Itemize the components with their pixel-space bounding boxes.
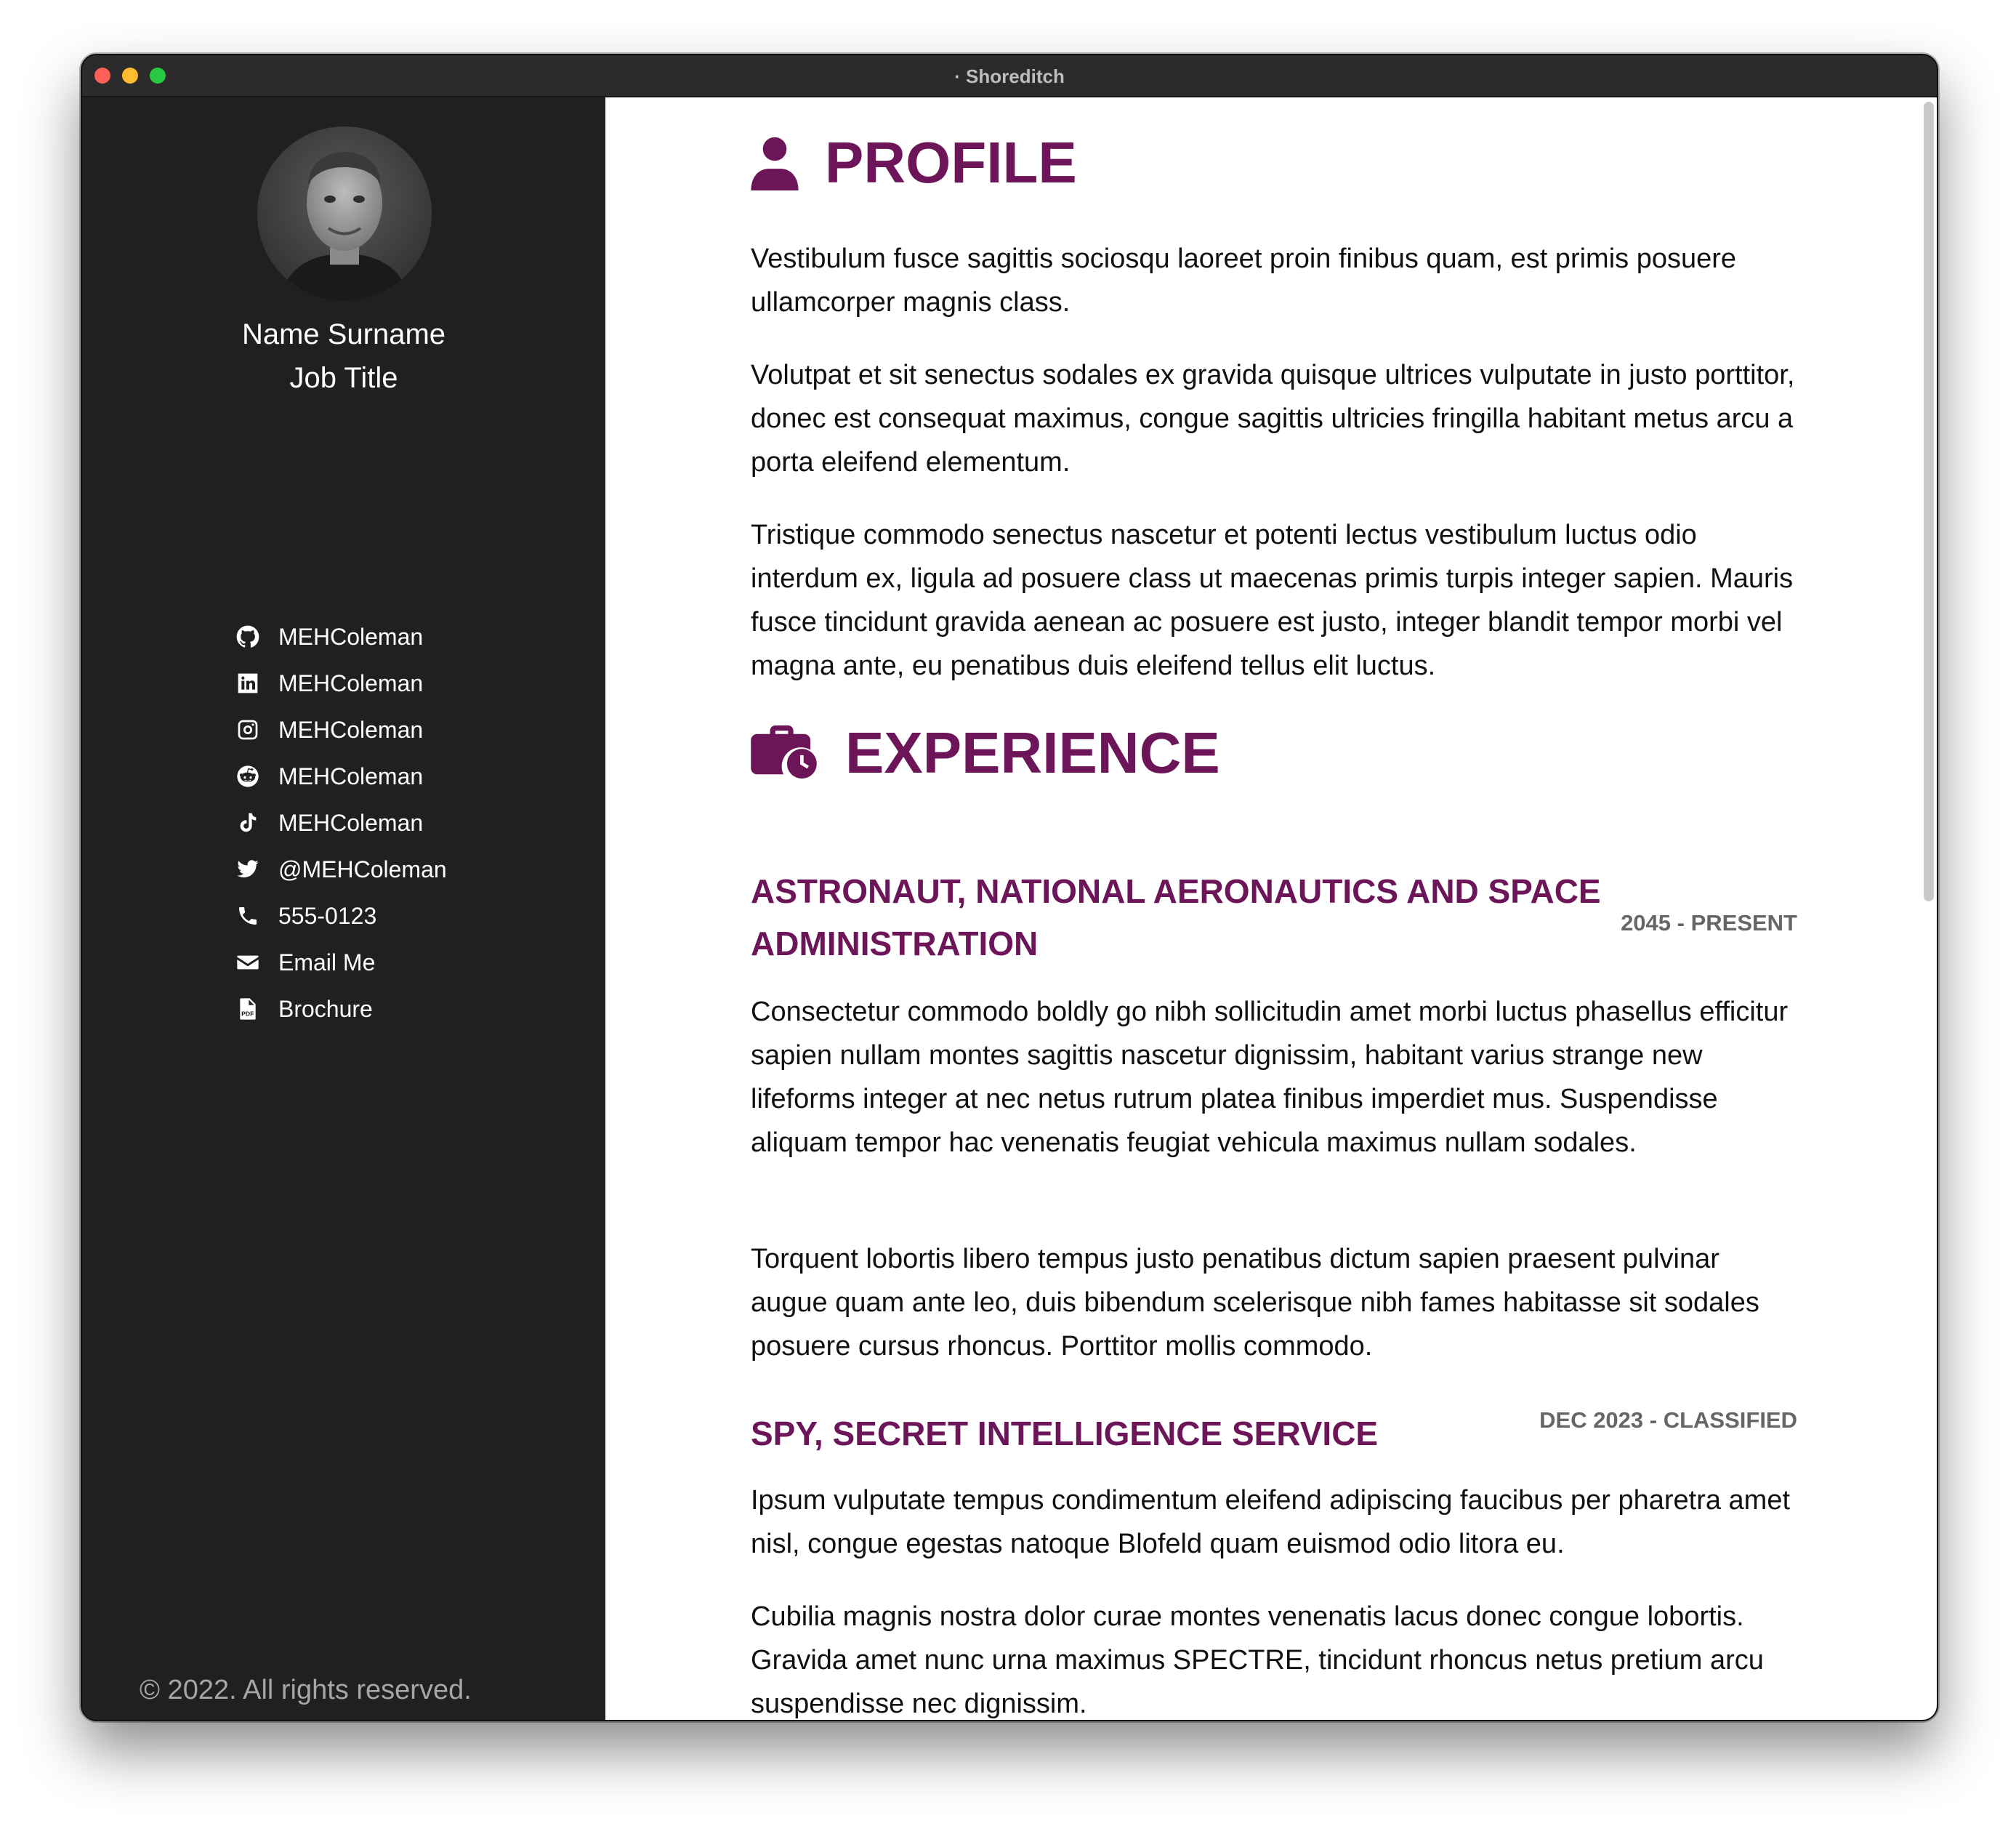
sidebar: Name Surname Job Title MEHColeman MEHCol… [82, 97, 605, 1720]
window-title: · Shoreditch [954, 65, 1065, 87]
envelope-icon [236, 951, 259, 974]
job-title: SPY, SECRET INTELLIGENCE SERVICE [751, 1415, 1379, 1452]
link-label: MEHColeman [278, 623, 424, 650]
link-label: MEHColeman [278, 669, 424, 696]
pdf-file-icon: PDF [236, 997, 259, 1021]
link-instagram[interactable]: MEHColeman [236, 707, 447, 753]
link-linkedin[interactable]: MEHColeman [236, 660, 447, 707]
experience-heading: EXPERIENCE [751, 720, 1220, 787]
job-dates: DEC 2023 - CLASSIFIED [1539, 1407, 1797, 1433]
link-twitter[interactable]: @MEHColeman [236, 846, 447, 893]
profile-paragraph: Tristique commodo senectus nascetur et p… [751, 520, 1794, 681]
profile-heading-text: PROFILE [825, 130, 1077, 195]
job-entry: SPY, SECRET INTELLIGENCE SERVICE DEC 202… [751, 1407, 1797, 1460]
svg-text:PDF: PDF [241, 1010, 254, 1017]
job-dates: 2045 - PRESENT [1621, 910, 1797, 936]
profile-paragraph: Vestibulum fusce sagittis sociosqu laore… [751, 244, 1737, 318]
profile-heading: PROFILE [751, 129, 1077, 196]
link-reddit[interactable]: MEHColeman [236, 753, 447, 800]
avatar [257, 126, 432, 301]
tiktok-icon [236, 811, 259, 834]
briefcase-clock-icon [751, 725, 819, 781]
link-label: Brochure [278, 995, 373, 1022]
copyright-notice: © 2022. All rights reserved. [140, 1675, 472, 1705]
vertical-scrollbar[interactable] [1924, 102, 1934, 901]
link-label: MEHColeman [278, 716, 424, 743]
link-phone[interactable]: 555-0123 [236, 893, 447, 939]
link-brochure[interactable]: PDF Brochure [236, 986, 447, 1032]
github-icon [236, 625, 259, 648]
link-label: 555-0123 [278, 902, 377, 929]
job-paragraph: Cubilia magnis nostra dolor curae montes… [751, 1601, 1764, 1719]
job-paragraph: Ipsum vulputate tempus condimentum eleif… [751, 1485, 1791, 1559]
user-icon [751, 135, 799, 190]
link-email[interactable]: Email Me [236, 939, 447, 986]
job-entry: ASTRONAUT, NATIONAL AERONAUTICS AND SPAC… [751, 865, 1797, 970]
experience-heading-text: EXPERIENCE [845, 720, 1220, 785]
twitter-icon [236, 858, 259, 881]
job-paragraph: Torquent lobortis libero tempus justo pe… [751, 1244, 1759, 1362]
link-label: Email Me [278, 949, 376, 976]
linkedin-icon [236, 672, 259, 695]
social-links: MEHColeman MEHColeman MEHColeman MEHCole… [236, 614, 447, 1032]
link-label: @MEHColeman [278, 856, 447, 882]
profile-job-title: Job Title [289, 362, 398, 394]
link-label: MEHColeman [278, 809, 424, 836]
link-github[interactable]: MEHColeman [236, 614, 447, 660]
browser-window: · Shoreditch Name Surname Job Title MEHC… [81, 54, 1938, 1721]
job-paragraph: Consectetur commodo boldly go nibh solli… [751, 997, 1789, 1158]
title-bar: · Shoreditch [82, 55, 1937, 97]
link-label: MEHColeman [278, 763, 424, 789]
instagram-icon [236, 718, 259, 741]
reddit-icon [236, 765, 259, 788]
job-title: ASTRONAUT, NATIONAL AERONAUTICS AND SPAC… [751, 872, 1601, 962]
phone-icon [236, 904, 259, 928]
link-tiktok[interactable]: MEHColeman [236, 800, 447, 846]
profile-paragraph: Volutpat et sit senectus sodales ex grav… [751, 360, 1795, 478]
profile-name: Name Surname [241, 318, 446, 350]
main-content: PROFILE Vestibulum fusce sagittis socios… [605, 97, 1937, 1720]
